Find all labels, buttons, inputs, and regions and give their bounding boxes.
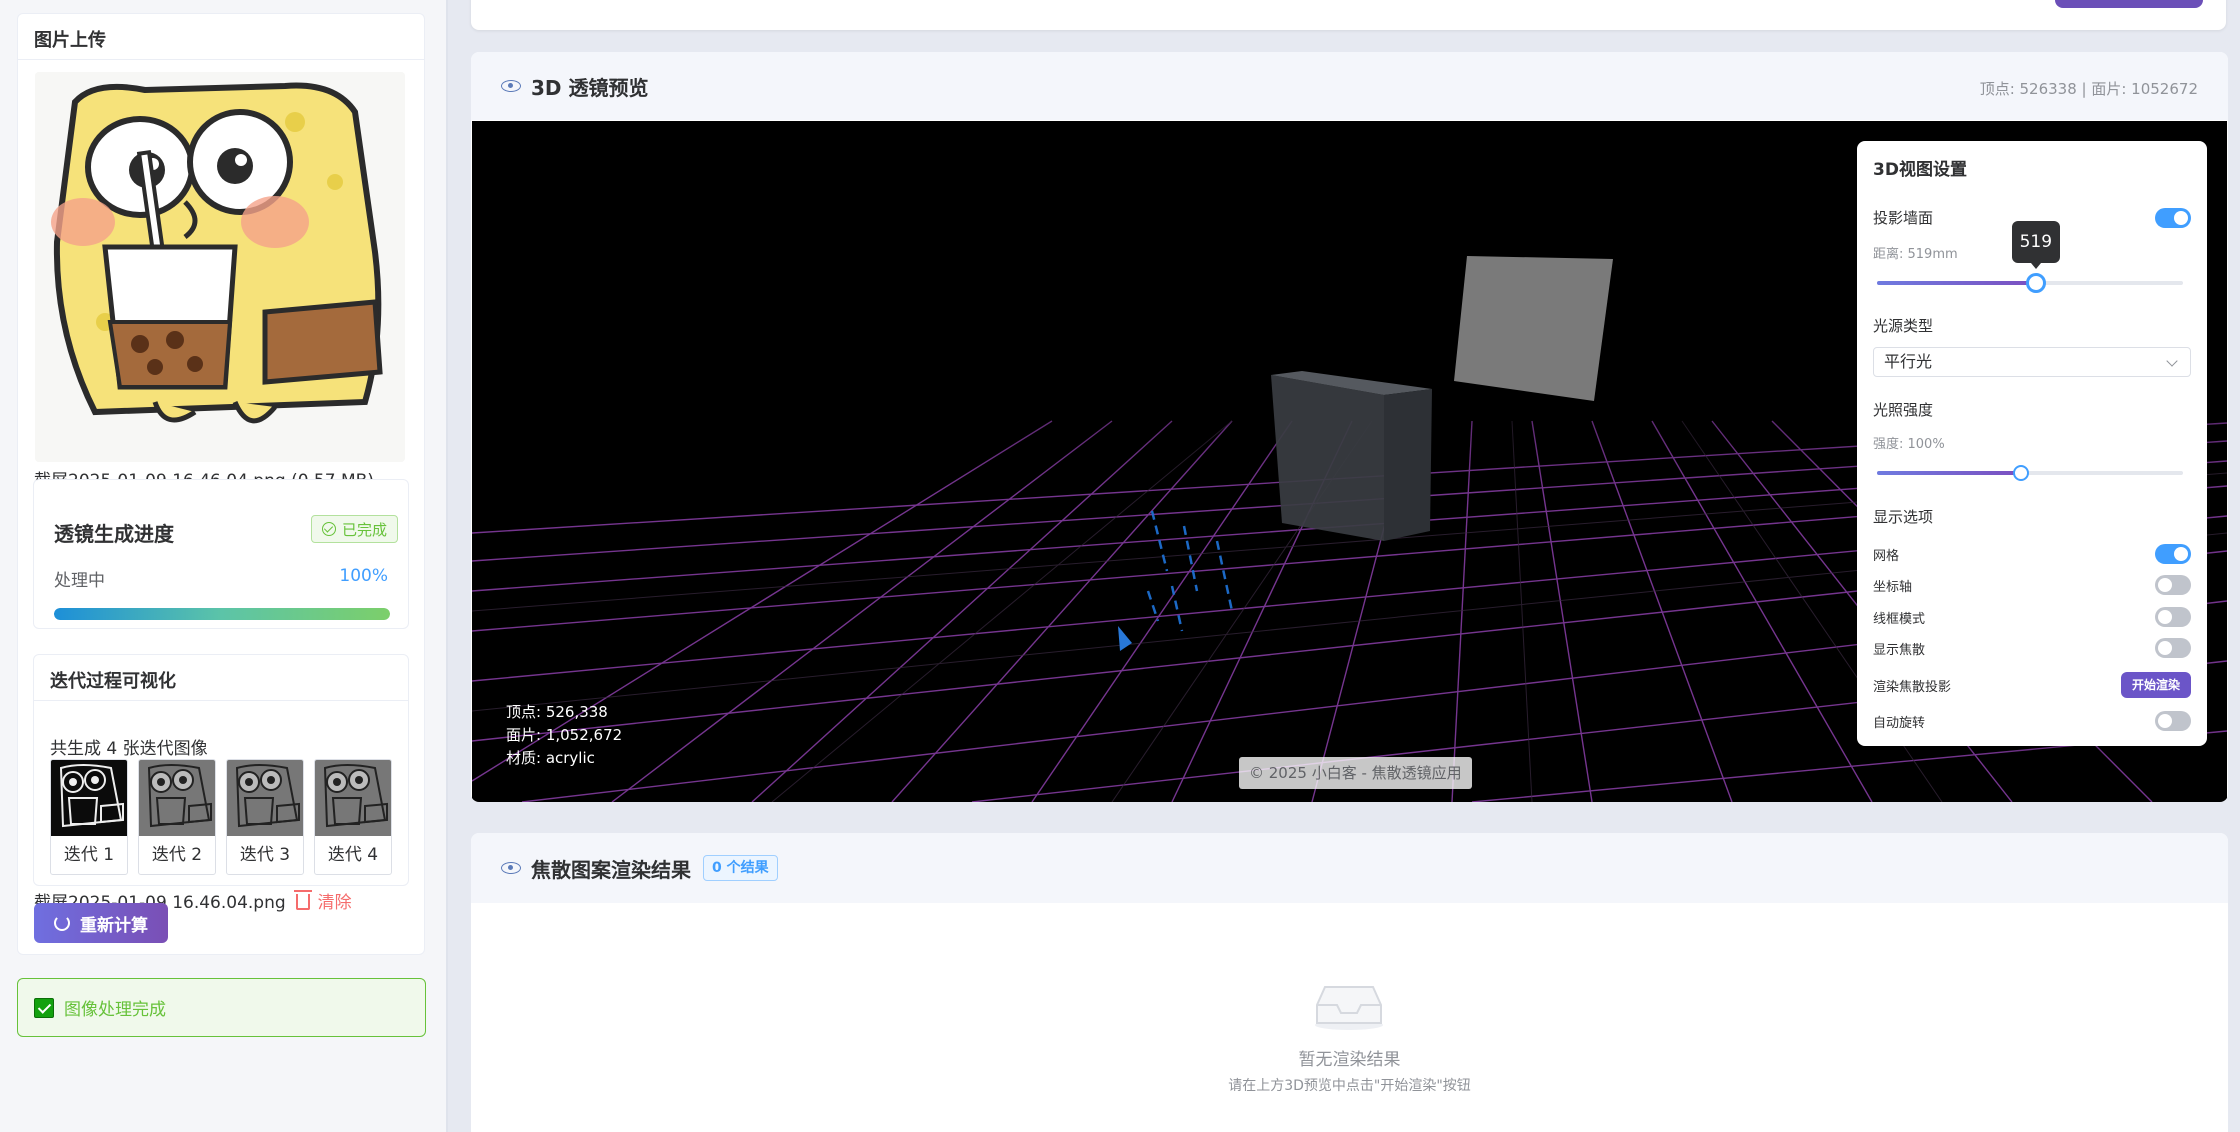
iterations-header: 迭代过程可视化 (34, 655, 408, 701)
light-type-select[interactable]: 平行光 (1873, 347, 2191, 377)
scene-material: 材质: acrylic (506, 749, 595, 767)
iteration-label: 迭代 4 (327, 845, 379, 865)
progress-percent: 100% (339, 566, 388, 586)
preview-header: 3D 透镜预览 顶点: 526338 | 面片: 1052672 (471, 52, 2228, 120)
grid-option-label: 网格 (1873, 549, 1900, 564)
clear-button[interactable]: 清除 (293, 888, 352, 913)
caustics-toggle[interactable] (2155, 638, 2191, 658)
wall-label: 投影墙面 (1873, 209, 1934, 227)
iterations-card: 迭代过程可视化 共生成 4 张迭代图像 迭代 1 迭代 2 迭代 3 迭代 4 (33, 654, 409, 886)
trash-icon (293, 889, 312, 910)
light-type-value: 平行光 (1884, 352, 1933, 371)
iterations-list: 迭代 1 迭代 2 迭代 3 迭代 4 (50, 759, 392, 875)
slider-thumb[interactable] (2012, 465, 2029, 481)
wall-distance-slider[interactable] (1877, 273, 2183, 293)
copyright-label: © 2025 小白客 - 焦散透镜应用 (1239, 757, 1472, 789)
axes-toggle[interactable] (2155, 575, 2191, 595)
slider-tooltip: 519 (2011, 221, 2060, 269)
spongebob-image (35, 72, 405, 462)
iteration-thumbnail (315, 760, 391, 836)
upload-header: 图片上传 (18, 14, 424, 60)
top-card-remnant (471, 0, 2226, 30)
progress-bar (54, 608, 390, 620)
iteration-label: 迭代 1 (63, 845, 115, 865)
results-header: 焦散图案渲染结果 0 个结果 (471, 833, 2228, 903)
scene-vertices: 顶点: 526,338 (506, 703, 608, 721)
preview-stats: 顶点: 526338 | 面片: 1052672 (1979, 80, 2198, 98)
iteration-item[interactable]: 迭代 2 (138, 759, 216, 875)
upload-card: 图片上传 截屏2025-01-09 16.46 (17, 13, 425, 955)
sidebar-divider (446, 0, 448, 1132)
uploaded-image-preview[interactable] (35, 72, 405, 462)
auto-rotate-toggle[interactable] (2155, 711, 2191, 731)
success-text: 图像处理完成 (64, 1000, 166, 1020)
scene-faces: 面片: 1,052,672 (506, 726, 623, 744)
check-circle-icon (322, 522, 336, 536)
toggle-knob (2158, 641, 2172, 655)
status-badge: 已完成 (311, 515, 399, 543)
refresh-icon (54, 915, 70, 931)
iteration-thumbnail (139, 760, 215, 836)
toggle-knob (2158, 610, 2172, 624)
eye-icon (501, 862, 521, 874)
progress-title: 透镜生成进度 (54, 522, 174, 546)
slider-fill (1877, 281, 2036, 285)
status-badge-label: 已完成 (342, 520, 388, 539)
caustics-option-label: 显示焦散 (1873, 643, 1926, 658)
recalculate-button[interactable]: 重新计算 (34, 903, 168, 943)
success-alert: 图像处理完成 (17, 978, 426, 1037)
intensity-label: 光照强度 (1873, 401, 1934, 419)
results-card: 焦散图案渲染结果 0 个结果 暂无渲染结果 请在上方3D预览中点击"开始渲染"按… (471, 833, 2228, 1132)
grid-toggle[interactable] (2155, 544, 2191, 564)
recalculate-label: 重新计算 (80, 915, 148, 935)
iteration-item[interactable]: 迭代 3 (226, 759, 304, 875)
results-title: 焦散图案渲染结果 (531, 857, 691, 882)
axes-option-label: 坐标轴 (1873, 580, 1913, 595)
slider-thumb[interactable] (2025, 273, 2046, 293)
iteration-item[interactable]: 迭代 1 (50, 759, 128, 875)
toggle-knob (2174, 211, 2188, 225)
toggle-knob (2158, 578, 2172, 592)
sidebar: 图片上传 截屏2025-01-09 16.46 (0, 0, 446, 1132)
scene-info: 顶点: 526,338 面片: 1,052,672 材质: acrylic (506, 701, 622, 770)
settings-title: 3D视图设置 (1873, 160, 1967, 180)
upload-title: 图片上传 (34, 30, 106, 51)
preview-title: 3D 透镜预览 (531, 75, 649, 100)
iterations-count: 共生成 4 张迭代图像 (50, 739, 208, 759)
wall-toggle[interactable] (2155, 208, 2191, 228)
empty-subtitle: 请在上方3D预览中点击"开始渲染"按钮 (1228, 1078, 1471, 1094)
toggle-knob (2158, 714, 2172, 728)
iterations-title: 迭代过程可视化 (50, 671, 176, 692)
iteration-thumbnail (51, 760, 127, 836)
iteration-thumbnail (227, 760, 303, 836)
intensity-slider[interactable] (1877, 465, 2183, 481)
render-caustics-label: 渲染焦散投影 (1873, 680, 1952, 695)
check-icon (34, 997, 54, 1018)
toggle-knob (2174, 547, 2188, 561)
auto-rotate-label: 自动旋转 (1873, 716, 1926, 731)
light-type-label: 光源类型 (1873, 317, 1934, 335)
slider-fill (1877, 471, 2021, 475)
results-count-badge: 0 个结果 (703, 855, 778, 881)
start-render-button[interactable]: 开始渲染 (2121, 672, 2191, 698)
top-action-button[interactable] (2055, 0, 2203, 8)
clear-label: 清除 (317, 893, 352, 913)
view-settings-panel: 3D视图设置 投影墙面 距离: 519mm 519 光源类型 平行光 光照强度 … (1857, 141, 2207, 746)
iteration-label: 迭代 3 (239, 845, 291, 865)
empty-inbox-icon (1315, 986, 1383, 1030)
eye-icon (501, 80, 521, 92)
wireframe-option-label: 线框模式 (1873, 612, 1926, 627)
progress-bar-fill (54, 608, 390, 620)
intensity-value: 强度: 100% (1873, 437, 1945, 452)
chevron-down-icon (2166, 355, 2178, 367)
wall-distance: 距离: 519mm (1873, 247, 1958, 262)
progress-card: 透镜生成进度 已完成 处理中 100% (33, 479, 409, 629)
empty-title: 暂无渲染结果 (1298, 1050, 1401, 1070)
wireframe-toggle[interactable] (2155, 607, 2191, 627)
display-options-label: 显示选项 (1873, 508, 1934, 526)
progress-label: 处理中 (54, 571, 105, 591)
iteration-label: 迭代 2 (151, 845, 203, 865)
iteration-item[interactable]: 迭代 4 (314, 759, 392, 875)
